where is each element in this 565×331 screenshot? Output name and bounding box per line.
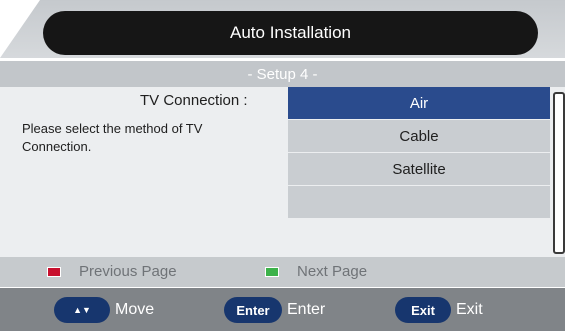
legend-next-label: Next Page (297, 263, 368, 280)
up-down-arrows-icon: ▲▼ (54, 297, 110, 323)
legend-previous-label: Previous Page (79, 263, 177, 280)
nav-enter[interactable]: Enter Enter (224, 297, 325, 323)
navigation-hints-bar: ▲▼ Move Enter Enter Exit Exit (0, 288, 565, 331)
nav-move-label: Move (115, 301, 155, 318)
legend-next-page[interactable]: Next Page (265, 263, 367, 280)
option-label: Cable (399, 127, 439, 145)
option-empty-slot (288, 186, 550, 218)
tv-connection-label: TV Connection : (140, 92, 248, 109)
step-indicator: - Setup 4 - (0, 61, 565, 87)
legend-previous-page[interactable]: Previous Page (47, 263, 177, 280)
connection-options-list: Air Cable Satellite (288, 87, 550, 218)
red-key-icon (47, 266, 61, 277)
option-label: Satellite (392, 160, 446, 178)
option-cable[interactable]: Cable (288, 120, 550, 152)
option-satellite[interactable]: Satellite (288, 153, 550, 185)
page-title-text: Auto Installation (230, 23, 351, 42)
nav-exit-label: Exit (456, 301, 483, 318)
green-key-icon (265, 266, 279, 277)
page-title: Auto Installation (43, 11, 538, 55)
option-label: Air (409, 94, 429, 112)
options-scrollbar[interactable] (553, 92, 565, 254)
step-label: - Setup 4 - (247, 65, 318, 83)
exit-button: Exit (395, 297, 451, 323)
nav-exit[interactable]: Exit Exit (395, 297, 483, 323)
nav-move[interactable]: ▲▼ Move (54, 297, 154, 323)
color-key-legend: Previous Page Next Page (0, 257, 565, 287)
nav-enter-label: Enter (287, 301, 326, 318)
enter-button: Enter (224, 297, 282, 323)
content-panel: TV Connection : Please select the method… (0, 87, 565, 257)
instruction-text: Please select the method of TV Connectio… (22, 121, 203, 154)
option-air[interactable]: Air (288, 87, 550, 119)
